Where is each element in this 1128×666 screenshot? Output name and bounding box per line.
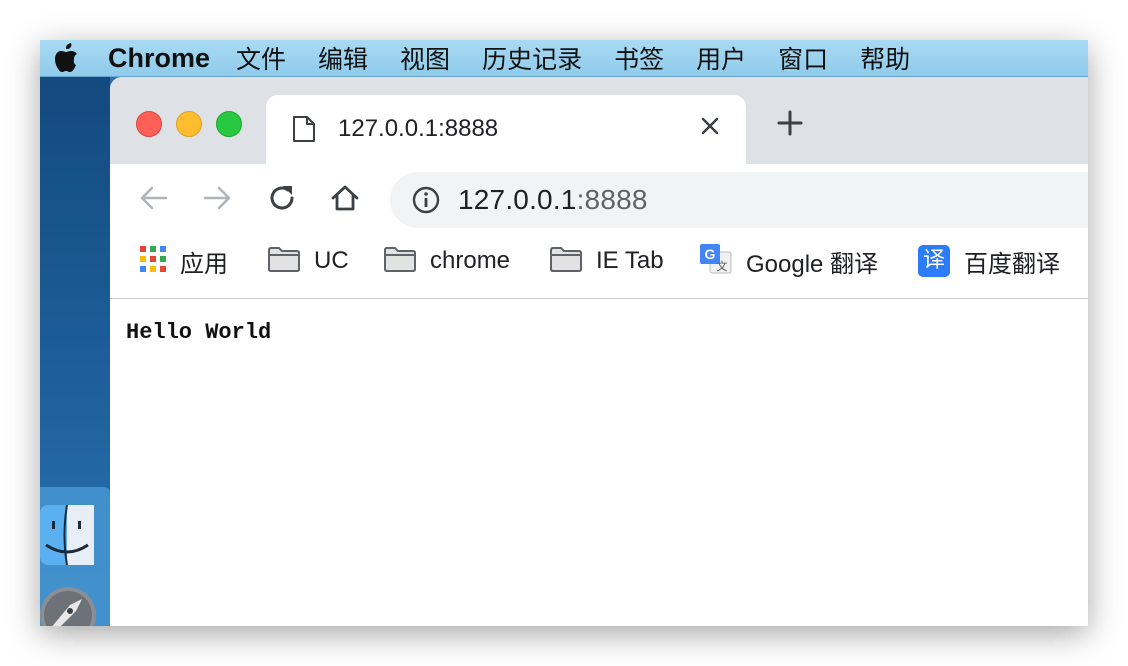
menu-help[interactable]: 帮助 <box>860 40 932 76</box>
address-port: :8888 <box>576 184 648 215</box>
bookmark-google-translate[interactable]: G 文 Google 翻译 <box>700 243 879 279</box>
menu-bookmarks[interactable]: 书签 <box>614 40 686 76</box>
chrome-window: 127.0.0.1:8888 127.0.0.1:8888 应用 UC chro… <box>110 77 1088 626</box>
launchpad-icon[interactable] <box>40 585 98 626</box>
macos-menu-bar: Chrome 文件 编辑 视图 历史记录 书签 用户 窗口 帮助 <box>40 40 1088 77</box>
svg-text:G: G <box>705 246 716 262</box>
page-icon <box>292 115 316 148</box>
bookmarks-bar: 应用 UC chrome IE Tab G 文 Google 翻译 译 百度翻译 <box>110 236 1088 299</box>
desktop-background <box>40 77 110 626</box>
bookmark-uc[interactable]: UC <box>268 246 349 276</box>
tab-title: 127.0.0.1:8888 <box>338 115 499 142</box>
apple-logo-icon[interactable] <box>44 43 88 73</box>
bookmark-label: chrome <box>430 247 511 274</box>
address-bar[interactable]: 127.0.0.1:8888 <box>390 172 1088 228</box>
menu-view[interactable]: 视图 <box>400 40 472 76</box>
bookmark-apps[interactable]: 应用 <box>140 245 228 278</box>
svg-text:文: 文 <box>717 259 728 273</box>
menu-file[interactable]: 文件 <box>236 40 308 76</box>
folder-icon <box>550 246 582 277</box>
bookmark-label: Google 翻译 <box>746 250 879 278</box>
bookmark-label: UC <box>314 247 349 274</box>
bookmark-ie-tab[interactable]: IE Tab <box>550 246 664 276</box>
screen-frame: Chrome 文件 编辑 视图 历史记录 书签 用户 窗口 帮助 127.0.0… <box>40 40 1088 626</box>
back-arrow-icon[interactable] <box>138 182 170 219</box>
google-translate-icon: G 文 <box>700 243 732 279</box>
bookmark-baidu-translate[interactable]: 译 百度翻译 <box>918 245 1060 278</box>
address-host: 127.0.0.1 <box>458 184 577 215</box>
forward-arrow-icon[interactable] <box>201 182 233 219</box>
active-tab[interactable]: 127.0.0.1:8888 <box>266 95 746 164</box>
window-zoom-button[interactable] <box>216 111 242 137</box>
menu-people[interactable]: 用户 <box>696 40 768 76</box>
new-tab-plus-icon[interactable] <box>776 109 804 142</box>
menu-window[interactable]: 窗口 <box>778 40 850 76</box>
window-close-button[interactable] <box>136 111 162 137</box>
browser-toolbar: 127.0.0.1:8888 <box>110 164 1088 236</box>
menu-app-name[interactable]: Chrome <box>108 43 210 74</box>
folder-icon <box>268 246 300 277</box>
site-info-icon[interactable] <box>412 186 440 219</box>
bookmark-chrome[interactable]: chrome <box>384 246 510 276</box>
address-url: 127.0.0.1:8888 <box>458 184 648 216</box>
page-content: Hello World <box>110 299 1088 626</box>
apps-grid-icon <box>140 245 166 277</box>
home-icon[interactable] <box>329 182 361 219</box>
bookmark-label: IE Tab <box>596 247 664 274</box>
finder-icon[interactable] <box>40 504 96 572</box>
menu-edit[interactable]: 编辑 <box>318 40 390 76</box>
window-minimize-button[interactable] <box>176 111 202 137</box>
bookmark-label: 应用 <box>180 250 228 278</box>
page-body-text: Hello World <box>126 320 272 345</box>
menu-history[interactable]: 历史记录 <box>482 40 604 76</box>
reload-icon[interactable] <box>266 182 298 219</box>
dock <box>40 487 110 626</box>
tab-strip: 127.0.0.1:8888 <box>110 77 1088 164</box>
baidu-translate-icon: 译 <box>918 245 950 277</box>
folder-icon <box>384 246 416 277</box>
bookmark-label: 百度翻译 <box>964 250 1060 278</box>
tab-close-icon[interactable] <box>699 113 721 143</box>
